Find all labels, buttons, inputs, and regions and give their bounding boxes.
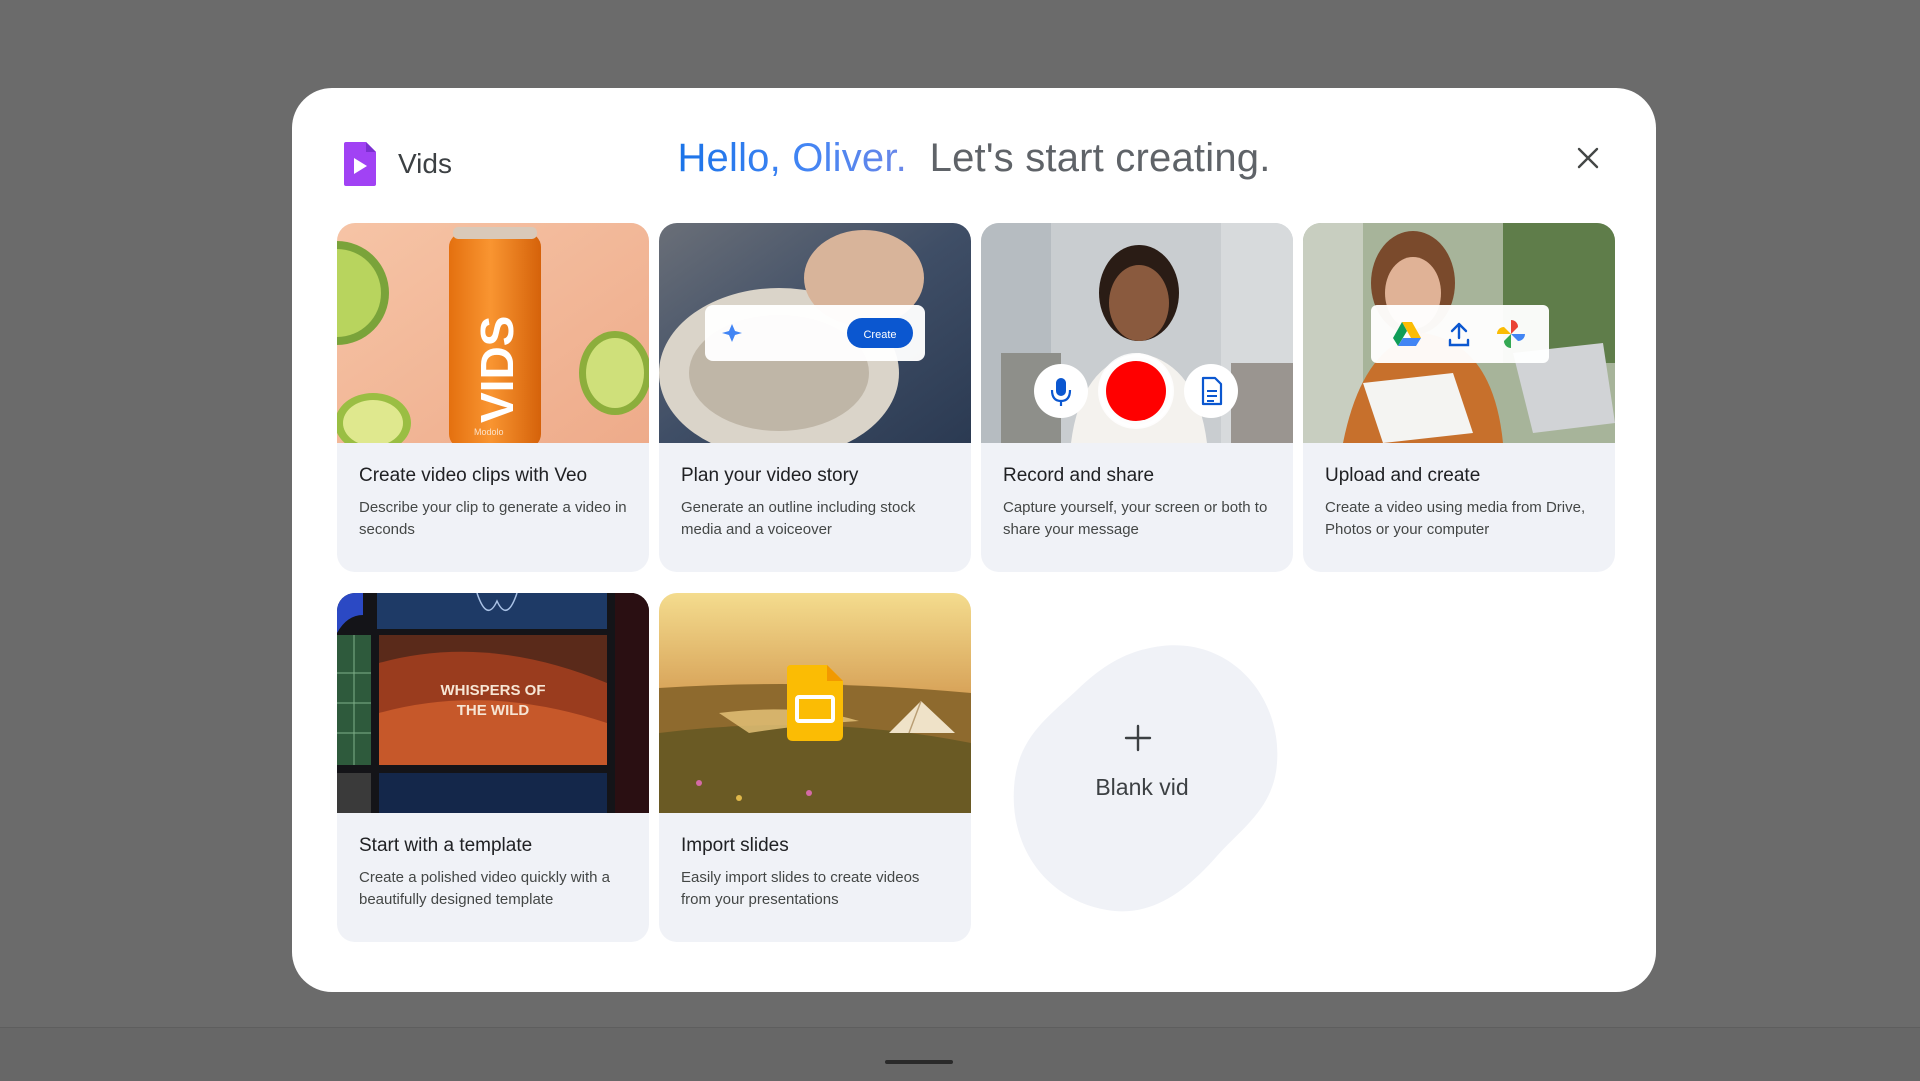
slides-icon [787, 665, 843, 741]
greeting-heading: Hello, Oliver. Let's start creating. [292, 136, 1656, 181]
can-small-text: Modolo [474, 427, 504, 437]
card-import-slides[interactable]: Import slides Easily import slides to cr… [659, 593, 971, 942]
card-record[interactable]: Record and share Capture yourself, your … [981, 223, 1293, 572]
home-gesture-pill[interactable] [885, 1060, 953, 1064]
template-title-line1: WHISPERS OF [440, 682, 545, 699]
card-template-thumbnail: WHISPERS OF THE WILD [337, 593, 649, 813]
card-upload[interactable]: Upload and create Create a video using m… [1303, 223, 1615, 572]
card-plan-description: Generate an outline including stock medi… [681, 499, 916, 538]
can-brand-text: VIDS [471, 316, 523, 423]
record-icon [1106, 361, 1166, 421]
template-title-line2: THE WILD [457, 702, 530, 719]
card-template[interactable]: WHISPERS OF THE WILD Start with a templa… [337, 593, 649, 942]
close-button[interactable] [1570, 140, 1606, 176]
card-plan[interactable]: Create Plan your video story Generate an… [659, 223, 971, 572]
card-template-title: Start with a template [359, 835, 533, 856]
greeting-tagline: Let's start creating. [929, 136, 1271, 180]
card-veo-thumbnail: VIDS Modolo [337, 223, 649, 443]
system-nav-bar [0, 1027, 1920, 1081]
card-record-title: Record and share [1003, 465, 1155, 486]
card-import-slides-title: Import slides [681, 835, 789, 856]
card-upload-title: Upload and create [1325, 465, 1481, 486]
create-button-text: Create [863, 329, 896, 341]
create-dialog: Vids Hello, Oliver. Let's start creating… [292, 88, 1656, 992]
card-record-thumbnail [981, 223, 1293, 443]
card-upload-description: Create a video using media from Drive, P… [1325, 499, 1586, 538]
plus-icon [1124, 724, 1152, 752]
greeting-hello: Hello, Oliver. [677, 136, 907, 180]
card-veo-description: Describe your clip to generate a video i… [359, 499, 627, 538]
blank-vid-button[interactable]: Blank vid [992, 628, 1292, 928]
close-icon [1577, 147, 1599, 169]
card-veo[interactable]: VIDS Modolo Create video clips with Veo … [337, 223, 649, 572]
card-import-slides-description: Easily import slides to create videos fr… [681, 869, 920, 908]
card-record-description: Capture yourself, your screen or both to… [1003, 499, 1268, 538]
blank-vid-label: Blank vid [1095, 774, 1189, 800]
card-import-slides-thumbnail [659, 593, 971, 813]
card-plan-title: Plan your video story [681, 465, 859, 486]
card-veo-title: Create video clips with Veo [359, 465, 588, 486]
card-plan-thumbnail: Create [659, 223, 971, 443]
card-upload-thumbnail [1303, 223, 1615, 443]
card-template-description: Create a polished video quickly with a b… [359, 869, 610, 908]
